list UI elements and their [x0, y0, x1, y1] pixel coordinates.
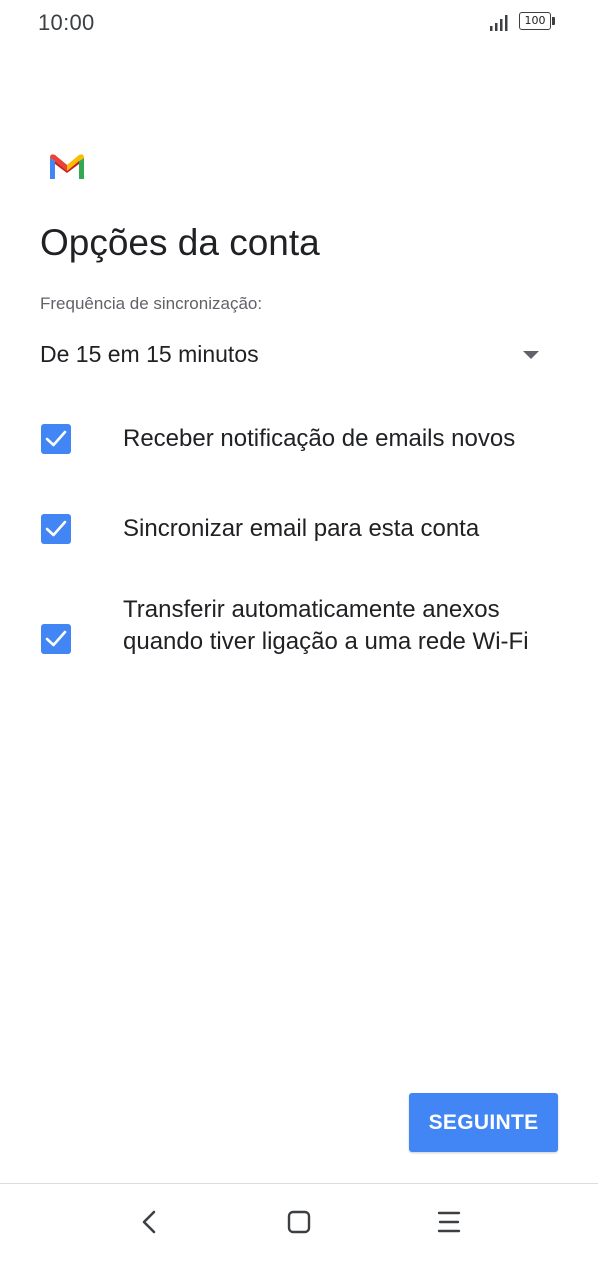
checkmark-icon — [45, 520, 67, 537]
page-title: Opções da conta — [40, 222, 320, 263]
back-button[interactable] — [128, 1200, 172, 1244]
sync-frequency-dropdown[interactable]: De 15 em 15 minutos — [40, 334, 550, 378]
sync-frequency-value: De 15 em 15 minutos — [40, 341, 259, 367]
home-button[interactable] — [277, 1200, 321, 1244]
notify-new-emails-checkbox[interactable] — [41, 424, 71, 454]
menu-icon — [437, 1211, 461, 1233]
home-icon — [287, 1210, 311, 1234]
checkmark-icon — [45, 630, 67, 647]
auto-download-attachments-label: Transferir automaticamente anexos quando… — [123, 596, 529, 655]
option-sync-email[interactable]: Sincronizar email para esta conta — [40, 511, 560, 551]
notify-new-emails-label: Receber notificação de emails novos — [123, 425, 516, 452]
option-notify-new-emails[interactable]: Receber notificação de emails novos — [40, 422, 560, 462]
auto-download-attachments-checkbox[interactable] — [41, 624, 71, 654]
next-button[interactable]: SEGUINTE — [409, 1093, 558, 1152]
sync-email-checkbox[interactable] — [41, 514, 71, 544]
sync-email-label: Sincronizar email para esta conta — [123, 515, 480, 542]
system-nav-bar — [0, 1184, 598, 1262]
checkmark-icon — [45, 430, 67, 447]
option-auto-download-attachments[interactable]: Transferir automaticamente anexos quando… — [40, 594, 560, 694]
back-icon — [142, 1210, 156, 1234]
dropdown-arrow-icon — [523, 351, 539, 359]
status-time: 10:00 — [38, 10, 95, 35]
battery-icon: 100 — [519, 12, 557, 32]
status-bar: 10:00 100 — [0, 0, 598, 50]
battery-level: 100 — [519, 12, 551, 30]
sync-frequency-label: Frequência de sincronização: — [40, 294, 263, 313]
gmail-logo-icon — [50, 154, 84, 179]
menu-button[interactable] — [427, 1200, 471, 1244]
signal-icon — [490, 15, 508, 31]
